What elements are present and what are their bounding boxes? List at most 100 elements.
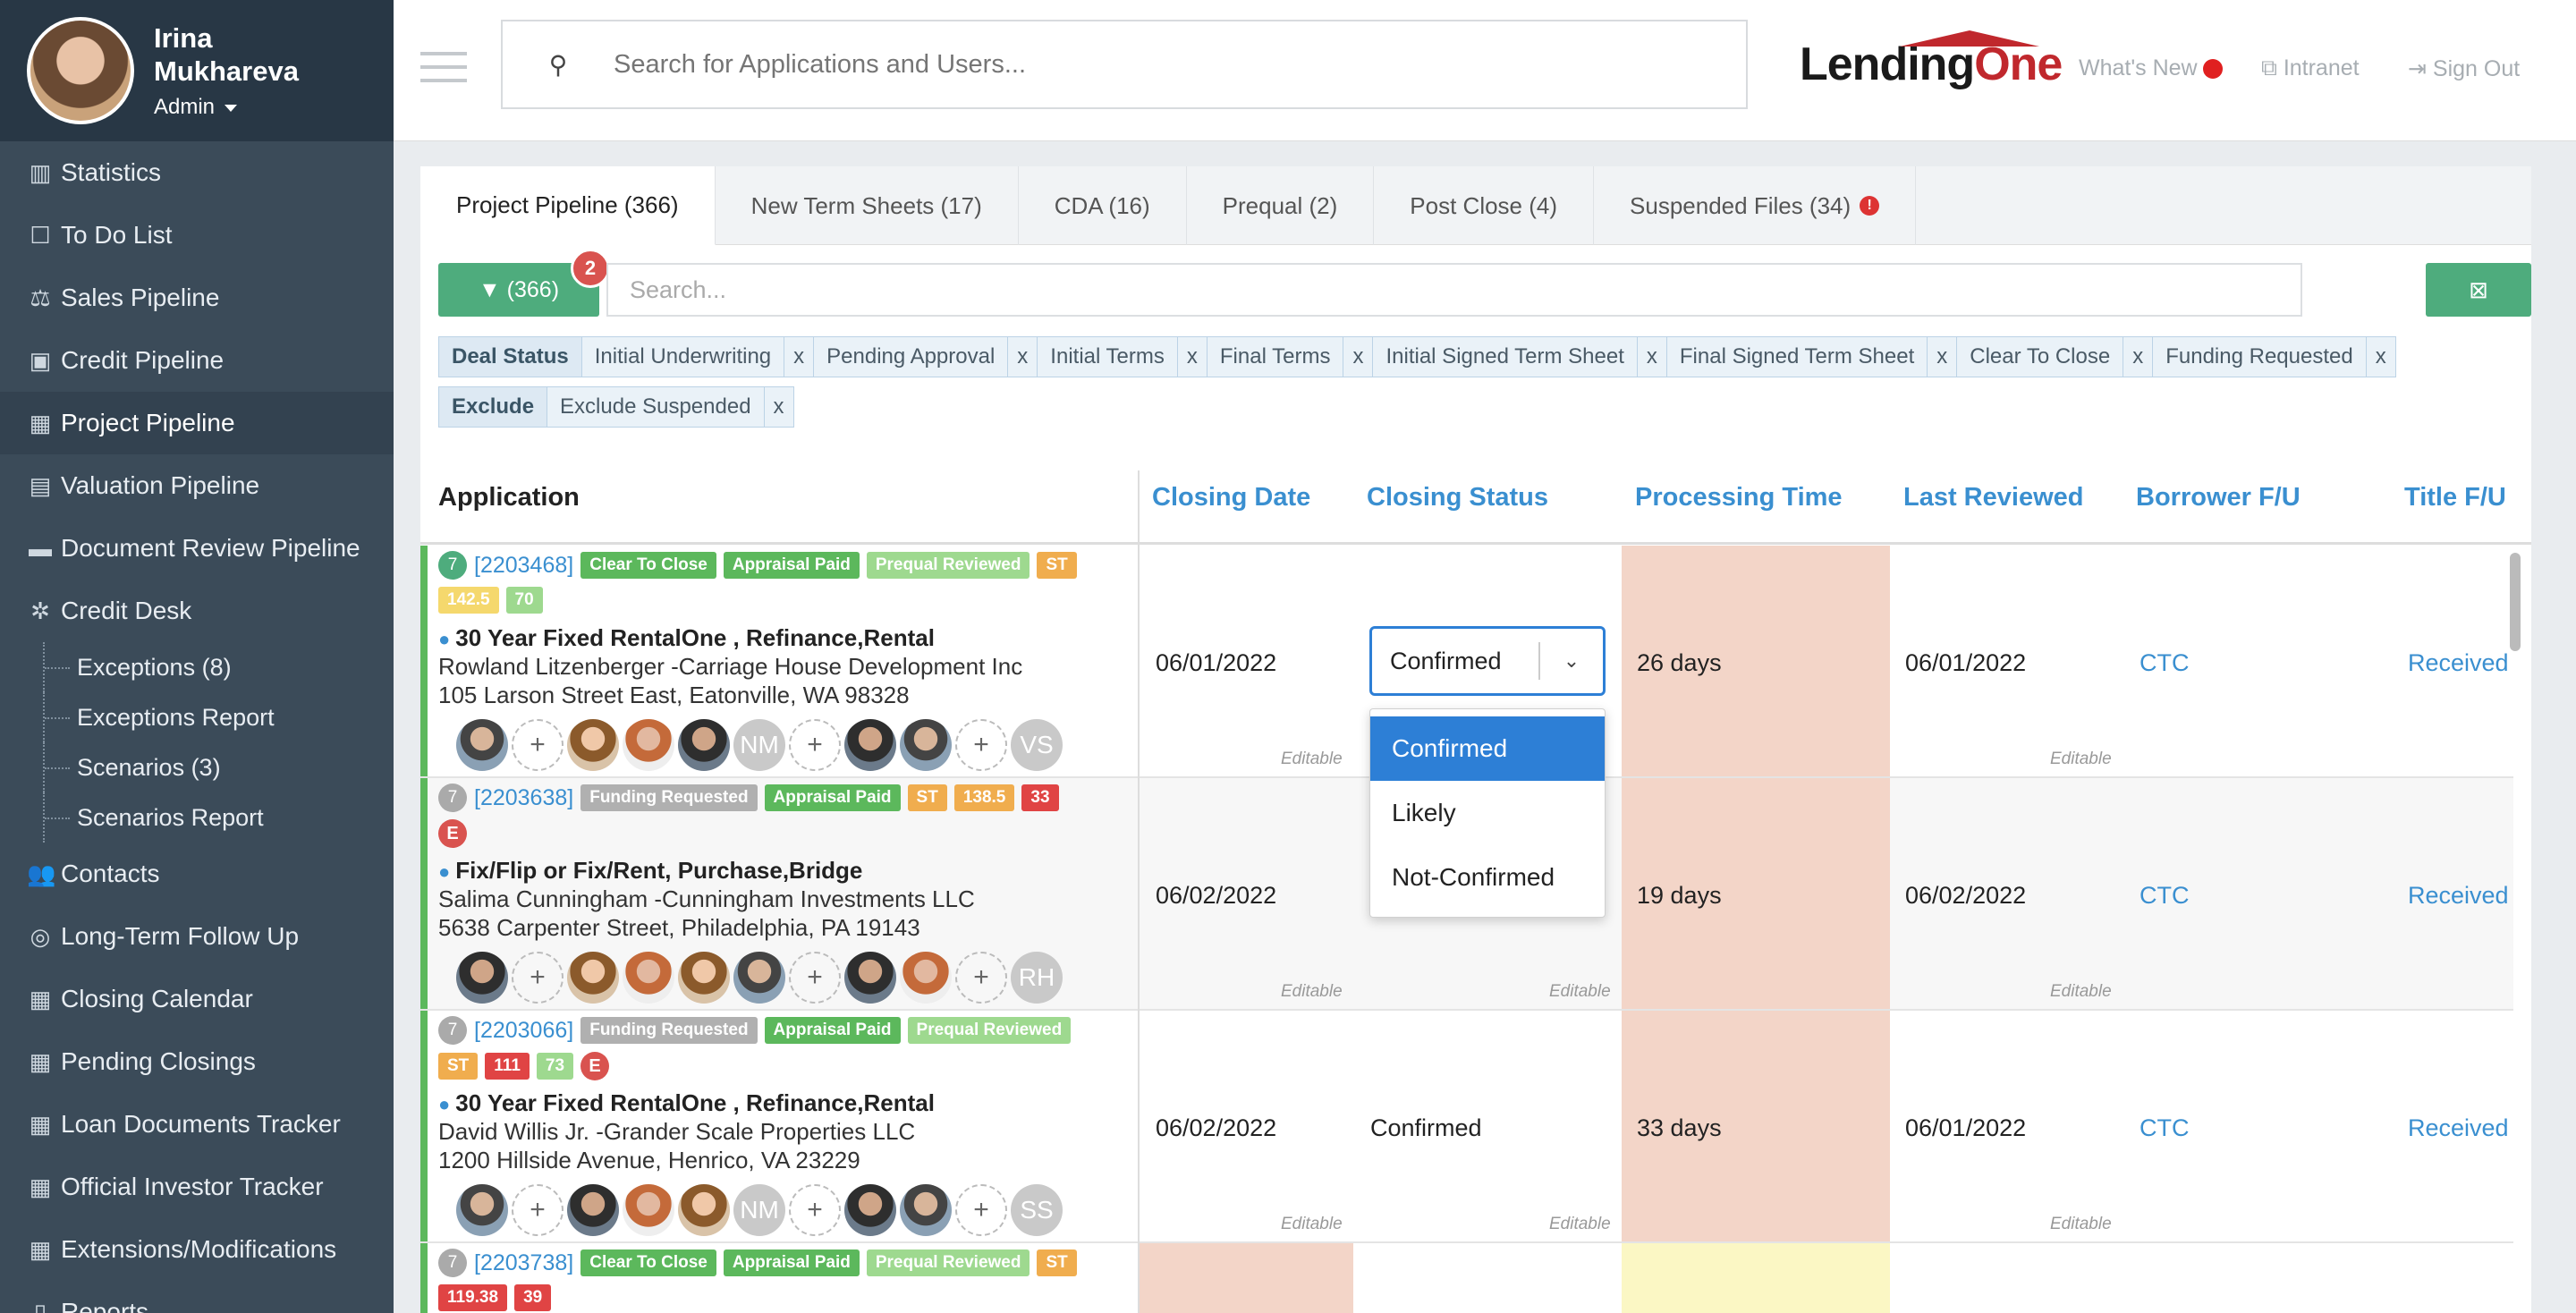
column-header-closing-status[interactable]: Closing Status [1367,476,1548,519]
option-confirmed[interactable]: Confirmed [1370,716,1605,781]
sidebar-subitem-exceptions[interactable]: Exceptions (8) [0,642,394,692]
avatar[interactable] [900,719,952,771]
title-fu-link[interactable]: Received [2408,882,2509,910]
remove-filter-button[interactable]: x [1638,337,1667,377]
remove-filter-button[interactable]: x [2123,337,2154,377]
borrower-fu-link[interactable]: CTC [2140,882,2190,910]
export-excel-button[interactable]: ⊠ [2426,263,2531,317]
tab-new-term-sheets[interactable]: New Term Sheets (17) [716,166,1019,245]
add-user-button[interactable]: + [789,1184,841,1236]
sidebar-item-document-review[interactable]: ▬ Document Review Pipeline [0,517,394,580]
title-fu-link[interactable]: Received [2408,1114,2509,1142]
intranet-link[interactable]: ⧉ Intranet [2261,55,2360,81]
sidebar-item-statistics[interactable]: ▥ Statistics [0,141,394,204]
sidebar-item-long-term-follow-up[interactable]: ◎ Long-Term Follow Up [0,905,394,968]
add-user-button[interactable]: + [789,952,841,1004]
remove-filter-button[interactable]: x [1928,337,1958,377]
closing-date-cell[interactable]: 06/01/2022 [1156,649,1276,677]
sign-out-link[interactable]: ⇥ Sign Out [2408,55,2520,82]
option-likely[interactable]: Likely [1370,781,1605,845]
sidebar-subitem-scenarios-report[interactable]: Scenarios Report [0,792,394,843]
sidebar-item-pending-closings[interactable]: ▦ Pending Closings [0,1030,394,1093]
avatar-initials[interactable]: NM [733,719,785,771]
avatar[interactable] [900,952,952,1004]
avatar[interactable] [567,719,619,771]
application-id-link[interactable]: [2203468] [474,553,573,579]
sidebar-item-credit-pipeline[interactable]: ▣ Credit Pipeline [0,329,394,392]
sidebar-item-reports[interactable]: ▯ Reports [0,1281,394,1313]
avatar[interactable] [567,1184,619,1236]
last-reviewed-cell[interactable]: 06/02/2022 [1905,882,2026,910]
avatar-initials[interactable]: SS [1011,1184,1063,1236]
borrower-fu-link[interactable]: CTC [2140,649,2190,677]
column-header-last-reviewed[interactable]: Last Reviewed [1903,476,2083,519]
sidebar-item-sales-pipeline[interactable]: ⚖ Sales Pipeline [0,267,394,329]
chat-icon[interactable]: ● [438,628,450,650]
add-user-button[interactable]: + [955,952,1007,1004]
avatar[interactable] [678,1184,730,1236]
sidebar-item-contacts[interactable]: 👥 Contacts [0,843,394,905]
tab-project-pipeline[interactable]: Project Pipeline (366) [420,166,716,245]
add-user-button[interactable]: + [512,719,564,771]
lendingone-logo[interactable]: LendingOne [1800,30,2063,91]
avatar[interactable] [844,719,896,771]
column-header-application[interactable]: Application [438,476,580,519]
avatar[interactable] [623,719,674,771]
add-user-button[interactable]: + [512,1184,564,1236]
avatar-initials[interactable]: RH [1011,952,1063,1004]
closing-status-cell[interactable]: Confirmed [1370,1114,1482,1142]
whats-new-link[interactable]: What's New [2079,55,2223,81]
avatar[interactable] [456,719,508,771]
chat-icon[interactable]: ● [438,1093,450,1115]
tab-suspended-files[interactable]: Suspended Files (34)! [1594,166,1917,245]
borrower-fu-link[interactable]: CTC [2140,1114,2190,1142]
sidebar-item-todo[interactable]: ☐ To Do List [0,204,394,267]
remove-filter-button[interactable]: x [1178,337,1208,377]
avatar[interactable] [456,1184,508,1236]
sidebar-item-credit-desk[interactable]: ✲ Credit Desk [0,580,394,642]
sidebar-item-closing-calendar[interactable]: ▦ Closing Calendar [0,968,394,1030]
application-id-link[interactable]: [2203638] [474,785,573,811]
tab-post-close[interactable]: Post Close (4) [1374,166,1595,245]
user-role-dropdown[interactable]: Admin [154,95,333,120]
avatar[interactable] [623,1184,674,1236]
avatar[interactable] [567,952,619,1004]
tab-cda[interactable]: CDA (16) [1019,166,1187,245]
chevron-down-icon[interactable]: ⌄ [1540,649,1603,673]
global-search[interactable]: ⚲ [501,20,1748,109]
user-profile[interactable]: Irina Mukhareva Admin [0,0,394,141]
avatar-initials[interactable]: NM [733,1184,785,1236]
add-user-button[interactable]: + [512,952,564,1004]
closing-status-select[interactable]: Confirmed ⌄ [1369,626,1606,696]
remove-filter-button[interactable]: x [1343,337,1374,377]
column-header-title-fu[interactable]: Title F/U [2404,476,2506,519]
global-search-input[interactable] [614,49,1746,80]
table-scrollbar[interactable] [2510,553,2521,651]
sidebar-item-valuation-pipeline[interactable]: ▤ Valuation Pipeline [0,454,394,517]
column-header-closing-date[interactable]: Closing Date [1152,476,1310,519]
add-user-button[interactable]: + [955,1184,1007,1236]
hamburger-menu-icon[interactable] [420,52,467,92]
avatar[interactable] [678,719,730,771]
closing-date-cell[interactable]: 06/02/2022 [1156,882,1276,910]
table-row[interactable]: 7 [2203738] Clear To Close Appraisal Pai… [420,1243,2513,1313]
avatar[interactable] [844,1184,896,1236]
avatar[interactable] [733,952,785,1004]
add-user-button[interactable]: + [955,719,1007,771]
add-user-button[interactable]: + [789,719,841,771]
sidebar-item-project-pipeline[interactable]: ▦ Project Pipeline [0,392,394,454]
remove-filter-button[interactable]: x [765,387,793,427]
application-id-link[interactable]: [2203066] [474,1018,573,1044]
chat-icon[interactable]: ● [438,860,450,883]
avatar[interactable] [844,952,896,1004]
last-reviewed-cell[interactable]: 06/01/2022 [1905,649,2026,677]
column-header-borrower-fu[interactable]: Borrower F/U [2136,476,2301,519]
column-header-processing-time[interactable]: Processing Time [1635,476,1843,519]
remove-filter-button[interactable]: x [1008,337,1038,377]
last-reviewed-cell[interactable]: 06/01/2022 [1905,1114,2026,1142]
table-row[interactable]: 7 [2203066] Funding Requested Appraisal … [420,1011,2513,1243]
option-not-confirmed[interactable]: Not-Confirmed [1370,845,1605,910]
sidebar-item-extensions[interactable]: ▦ Extensions/Modifications [0,1218,394,1281]
sidebar-item-official-investor-tracker[interactable]: ▦ Official Investor Tracker [0,1156,394,1218]
closing-date-cell[interactable]: 06/02/2022 [1156,1114,1276,1142]
